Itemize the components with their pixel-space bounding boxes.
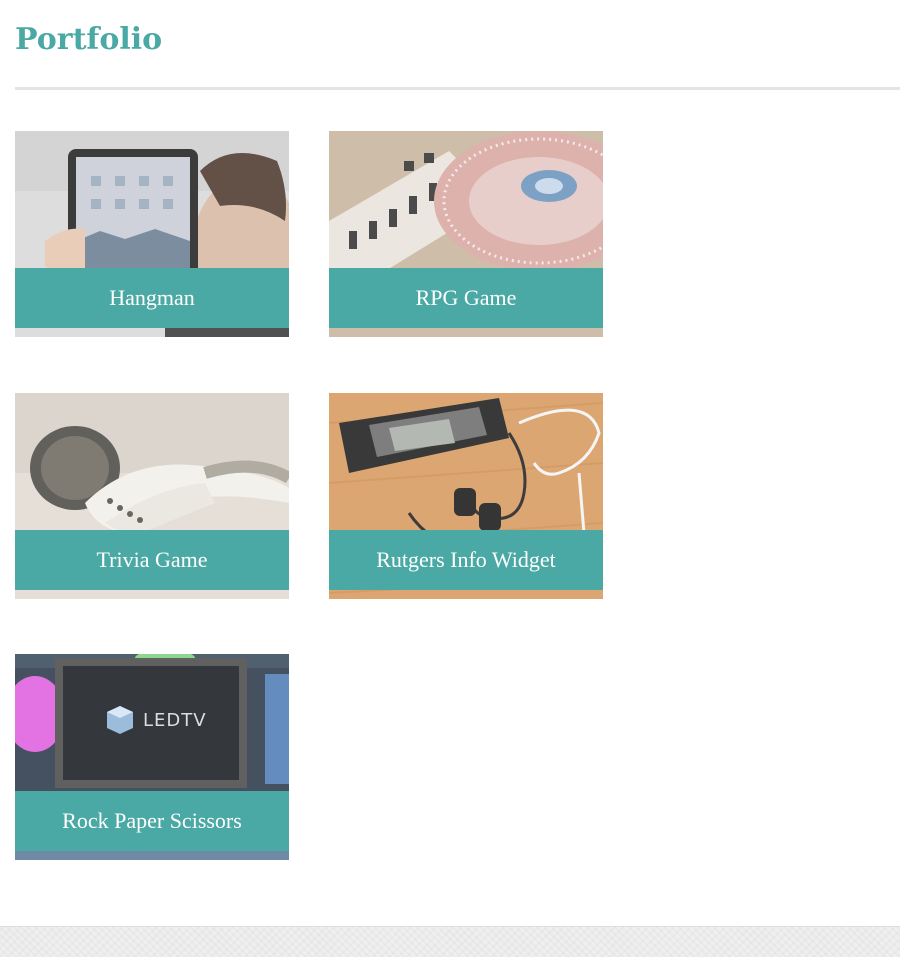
portfolio-item-hangman[interactable]: Hangman xyxy=(15,131,289,337)
portfolio-item-trivia-game[interactable]: Trivia Game xyxy=(15,393,289,599)
portfolio-item-label: Rutgers Info Widget xyxy=(329,530,603,590)
portfolio-item-label: Trivia Game xyxy=(15,530,289,590)
page-title: Portfolio xyxy=(15,22,163,57)
portfolio-item-label: Rock Paper Scissors xyxy=(15,791,289,851)
portfolio-item-rock-paper-scissors[interactable]: LEDTV Rock Paper Scissors xyxy=(15,654,289,860)
portfolio-item-rutgers-info-widget[interactable]: Rutgers Info Widget xyxy=(329,393,603,599)
portfolio-item-label: RPG Game xyxy=(329,268,603,328)
title-divider xyxy=(15,87,900,90)
portfolio-item-rpg-game[interactable]: RPG Game xyxy=(329,131,603,337)
page-footer xyxy=(0,926,900,957)
portfolio-item-label: Hangman xyxy=(15,268,289,328)
